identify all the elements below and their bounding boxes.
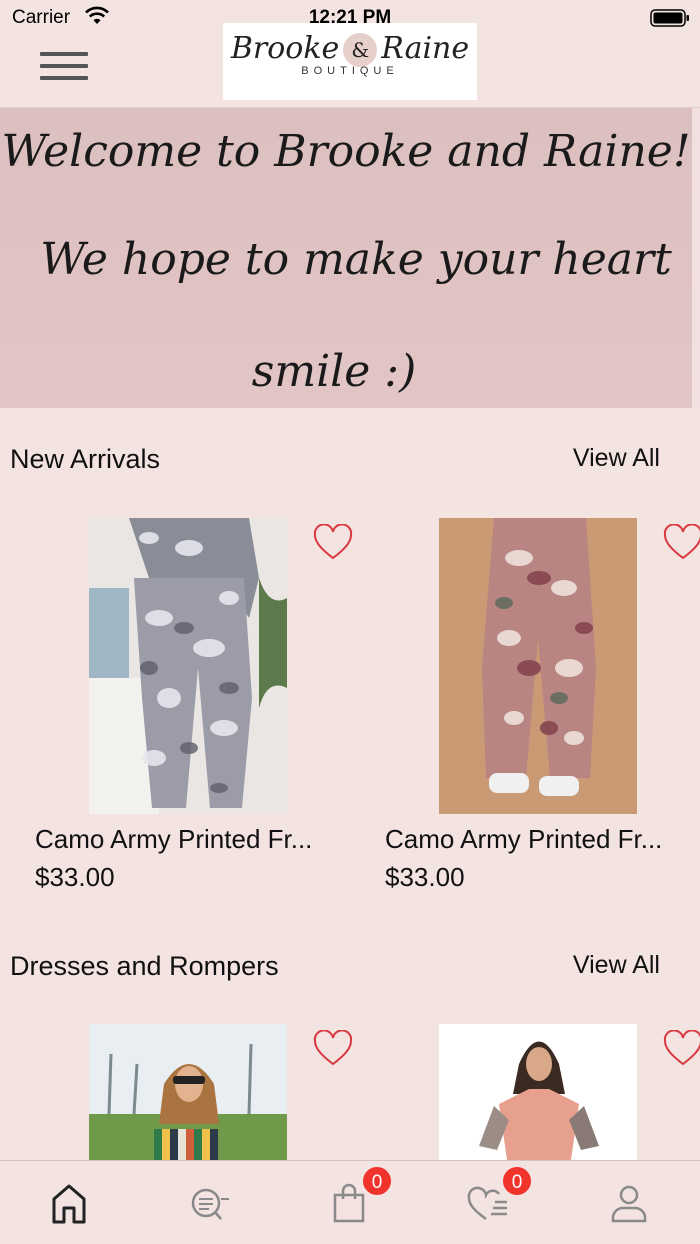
product-card[interactable]	[35, 1024, 365, 1160]
product-image[interactable]	[89, 1024, 287, 1160]
favorite-heart-icon[interactable]	[313, 1030, 353, 1068]
banner-line-2: We hope to make your heart	[40, 234, 672, 285]
favorite-heart-icon[interactable]	[313, 524, 353, 562]
section-header-dresses-and-rompers: Dresses and Rompers View All	[0, 951, 700, 991]
tab-cart[interactable]: 0	[319, 1165, 393, 1227]
favorite-heart-icon[interactable]	[663, 1030, 700, 1068]
welcome-banner[interactable]: Welcome to Brooke and Raine! We hope to …	[0, 108, 700, 408]
product-name[interactable]: Camo Army Printed Fr...	[35, 824, 312, 855]
banner-line-1: Welcome to Brooke and Raine!	[1, 126, 691, 177]
product-name[interactable]: Camo Army Printed Fr...	[385, 824, 662, 855]
tab-profile[interactable]	[599, 1177, 659, 1227]
view-all-link[interactable]: View All	[573, 444, 660, 473]
product-card[interactable]: Camo Army Printed Fr... $33.00	[35, 518, 365, 898]
profile-icon	[611, 1185, 647, 1223]
section-title: Dresses and Rompers	[10, 951, 279, 981]
section-title: New Arrivals	[10, 444, 161, 474]
product-image[interactable]	[89, 518, 287, 814]
tab-home[interactable]	[39, 1177, 99, 1227]
product-image[interactable]	[439, 518, 637, 814]
product-price: $33.00	[385, 862, 465, 892]
search-list-icon	[191, 1188, 229, 1220]
tab-wishlist[interactable]: 0	[459, 1165, 533, 1227]
product-card[interactable]: Camo Army Printed Fr... $33.00	[385, 518, 700, 898]
product-image[interactable]	[439, 1024, 637, 1160]
bottom-tab-bar: 0 0	[0, 1160, 700, 1244]
wishlist-count-badge: 0	[501, 1165, 533, 1197]
hamburger-menu-icon[interactable]	[40, 52, 88, 86]
product-price: $33.00	[35, 862, 115, 892]
product-card[interactable]	[385, 1024, 700, 1160]
app-header: Brooke & Raine BOUTIQUE	[0, 0, 700, 108]
brand-logo[interactable]: Brooke & Raine BOUTIQUE	[223, 23, 477, 100]
view-all-link[interactable]: View All	[573, 951, 660, 980]
home-icon	[52, 1184, 86, 1224]
cart-count-badge: 0	[361, 1165, 393, 1197]
banner-line-3: smile :)	[251, 346, 417, 397]
tab-search[interactable]	[179, 1177, 239, 1227]
favorite-heart-icon[interactable]	[663, 524, 700, 562]
logo-wordmark: Brooke & Raine	[230, 31, 470, 67]
section-header-new-arrivals: New Arrivals View All	[0, 444, 700, 484]
